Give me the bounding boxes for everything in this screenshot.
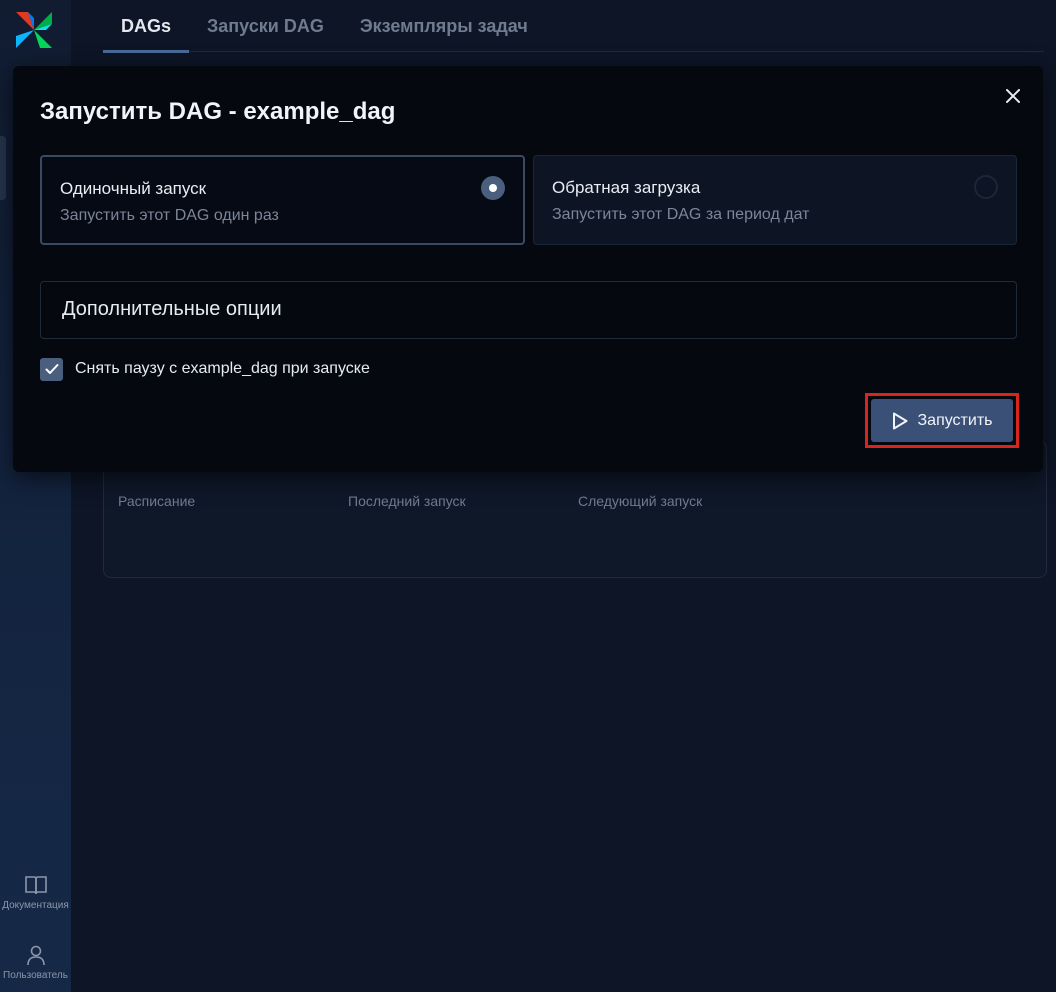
option-single-run-title: Одиночный запуск [60,179,207,198]
tab-task-instances[interactable]: Экземпляры задач [342,0,546,52]
sidebar-active-indicator [0,136,6,200]
airflow-logo-icon[interactable] [14,10,54,50]
unpause-checkbox-label: Снять паузу с example_dag при запуске [75,360,370,377]
play-icon [892,412,907,429]
option-backfill[interactable]: Обратная загрузка Запустить этот DAG за … [533,155,1017,245]
trigger-dag-modal: Запустить DAG - example_dag Одиночный за… [13,66,1043,472]
tab-bar: DAGs Запуски DAG Экземпляры задач [103,0,1044,53]
user-icon [26,945,45,966]
sidebar-user-label: Пользователь [3,970,68,981]
option-single-run-subtitle: Запустить этот DAG один раз [60,207,279,224]
unpause-checkbox[interactable] [40,357,63,381]
book-icon [24,876,47,895]
tab-dag-runs[interactable]: Запуски DAG [189,0,342,52]
option-backfill-title: Обратная загрузка [552,178,701,197]
schedule-label: Расписание [118,493,196,509]
run-button-highlight: Запустить [865,393,1019,448]
option-single-run[interactable]: Одиночный запуск Запустить этот DAG один… [40,155,525,245]
app-root: Документация Пользователь DAGs Запуски D… [0,0,1056,992]
next-run-label: Следующий запуск [578,493,703,509]
last-run-label: Последний запуск [348,493,466,509]
run-button[interactable]: Запустить [871,399,1013,442]
sidebar-item-user[interactable]: Пользователь [0,944,71,981]
sidebar-docs-label: Документация [2,900,69,911]
close-icon [1006,89,1020,103]
radio-backfill[interactable] [974,175,998,199]
run-button-label: Запустить [917,411,993,429]
advanced-options-accordion[interactable]: Дополнительные опции [40,281,1017,339]
option-backfill-subtitle: Запустить этот DAG за период дат [552,206,810,223]
close-button[interactable] [1003,86,1023,106]
unpause-checkbox-row[interactable]: Снять паузу с example_dag при запуске [40,357,370,381]
modal-title: Запустить DAG - example_dag [40,98,396,125]
check-icon [45,364,58,374]
radio-single-run[interactable] [481,176,505,200]
sidebar-item-docs[interactable]: Документация [0,874,71,911]
tab-dags[interactable]: DAGs [103,0,190,53]
